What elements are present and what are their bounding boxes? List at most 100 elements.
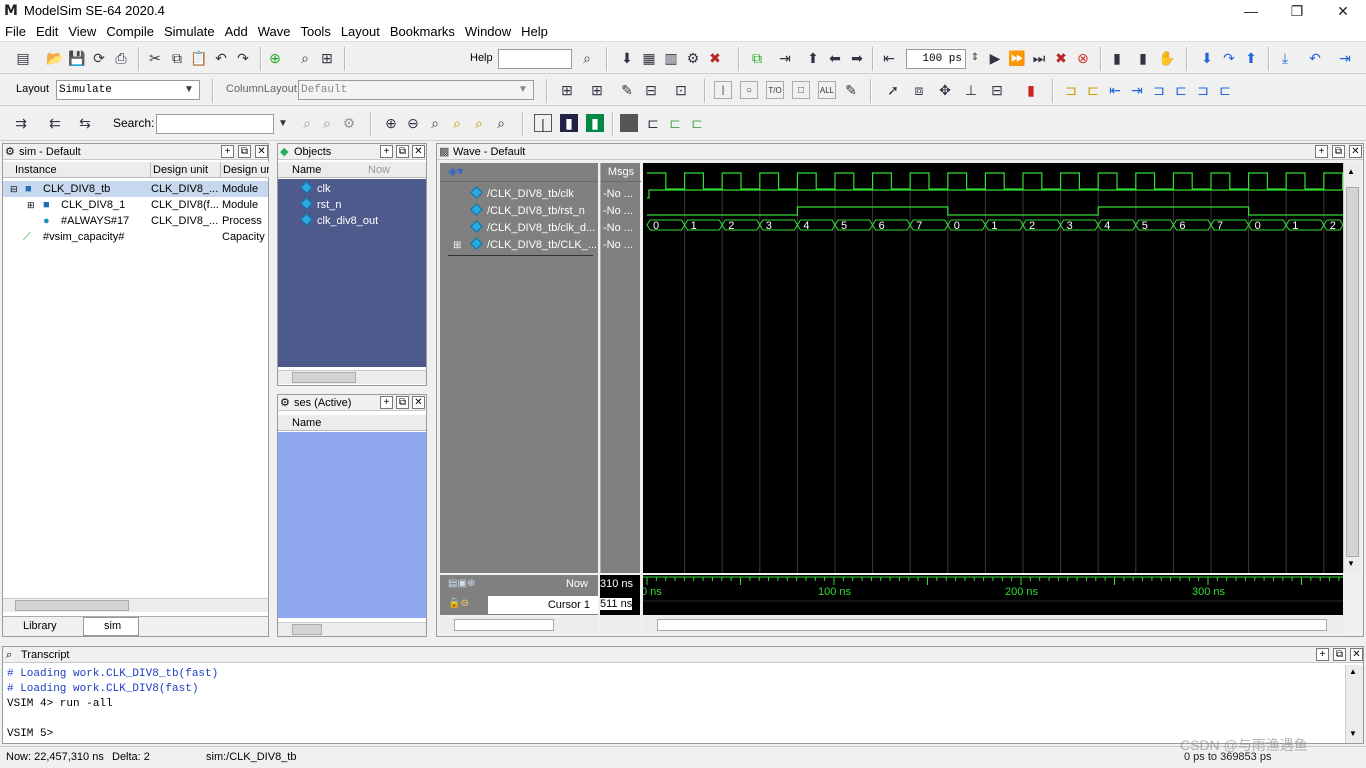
dock-icon[interactable]: + [1316, 648, 1329, 661]
break-run-icon[interactable]: ✖ [1052, 49, 1070, 67]
cursor-tools-icon[interactable]: ▤▣⊕ [448, 578, 475, 589]
tree-row[interactable]: ● #ALWAYS#17 CLK_DIV8_... Process [3, 213, 268, 229]
cursor-lock-icon[interactable]: 🔒⊖ [448, 598, 469, 609]
undock-icon[interactable]: ⧉ [1333, 648, 1346, 661]
cursor-lock-icon[interactable]: ▮ [560, 114, 578, 132]
menu-tools[interactable]: Tools [295, 22, 335, 41]
help-search-icon[interactable]: ⌕ [578, 49, 596, 67]
stop-icon[interactable]: ✖ [706, 49, 724, 67]
redo-icon[interactable]: ↷ [234, 49, 252, 67]
column-name[interactable]: Name [278, 415, 426, 431]
zoom-cursor-icon[interactable]: ⌕ [448, 114, 466, 132]
horizontal-scrollbar[interactable] [278, 622, 426, 636]
menu-layout[interactable]: Layout [336, 22, 385, 41]
zoom-box-icon[interactable]: ⧈ [910, 81, 928, 99]
tab-sim[interactable]: sim [83, 617, 139, 636]
next-edge-icon[interactable]: ⇥ [1128, 81, 1146, 99]
restart-icon[interactable]: ⇤ [880, 49, 898, 67]
tree-row[interactable]: ⊞ ■ CLK_DIV8_1 CLK_DIV8(f... Module [3, 197, 268, 213]
paste-icon[interactable]: 📋 [190, 49, 208, 67]
scroll-up-icon[interactable]: ▲ [1349, 667, 1357, 676]
wave-style-1-icon[interactable] [620, 114, 638, 132]
signal-inout-icon[interactable]: ⇆ [76, 114, 94, 132]
prev-edge-icon[interactable]: ⇤ [1106, 81, 1124, 99]
expand-icon[interactable]: ⊞ [27, 197, 35, 213]
transcript-prompt[interactable]: VSIM 5> [7, 727, 1343, 742]
wave-signal-row[interactable]: ⊞ /CLK_DIV8_tb/CLK_... [442, 237, 597, 254]
horizontal-scrollbar[interactable] [643, 617, 1343, 633]
undock-icon[interactable]: ⧉ [396, 396, 409, 409]
next-transition-icon[interactable]: ⊏ [1172, 81, 1190, 99]
vertical-scrollbar[interactable]: ▲ ▼ [1345, 665, 1363, 743]
search-options-icon[interactable]: ⚙ [340, 114, 358, 132]
transcript-output[interactable]: # Loading work.CLK_DIV8_tb(fast) # Loadi… [7, 667, 1343, 741]
undock-icon[interactable]: ⧉ [238, 145, 251, 158]
wave-style-2-icon[interactable]: ⊏ [644, 114, 662, 132]
close-icon[interactable]: ✕ [255, 145, 268, 158]
undo-icon[interactable]: ↶ [212, 49, 230, 67]
find-edge-rise-icon[interactable]: ⊐ [1062, 81, 1080, 99]
stop-sim-icon[interactable]: ⊗ [1074, 49, 1092, 67]
performance-icon[interactable]: ▮ [1108, 49, 1126, 67]
cursor-delete-icon[interactable]: ▮ [586, 114, 604, 132]
cut-icon[interactable]: ✂ [146, 49, 164, 67]
step-back-icon[interactable]: ↶ [1306, 49, 1324, 67]
wave-group-icon[interactable]: ⊞ [588, 81, 606, 99]
format-all-icon[interactable]: ALL [818, 81, 836, 99]
search-next-icon[interactable]: ⌕ [318, 114, 336, 132]
maximize-button[interactable]: ❐ [1274, 0, 1320, 22]
right-arrow-icon[interactable]: ➡ [848, 49, 866, 67]
pan-icon[interactable]: ✥ [936, 81, 954, 99]
hierarchy-icon[interactable]: ⊞ [318, 49, 336, 67]
cursor-add-icon[interactable]: | [534, 114, 552, 132]
simulate-icon[interactable]: ▥ [662, 49, 680, 67]
menu-help[interactable]: Help [516, 22, 553, 41]
compile-all-icon[interactable]: ▦ [640, 49, 658, 67]
env-icon[interactable]: ⧉ [748, 49, 766, 67]
object-item[interactable]: rst_n [278, 197, 341, 213]
wave-split-icon[interactable]: ⊟ [642, 81, 660, 99]
signal-out-icon[interactable]: ⇇ [46, 114, 64, 132]
minimize-button[interactable]: — [1228, 0, 1274, 22]
dock-icon[interactable]: + [221, 145, 234, 158]
column-instance[interactable]: Instance [3, 162, 151, 178]
measure-icon[interactable]: ⊟ [988, 81, 1006, 99]
run-length-spinner[interactable]: ⇕ [966, 49, 984, 67]
format-circle-icon[interactable]: ○ [740, 81, 758, 99]
hand-icon[interactable]: ✋ [1158, 49, 1176, 67]
tab-library[interactable]: Library [5, 618, 79, 635]
find-edge-fall-icon[interactable]: ⊏ [1084, 81, 1102, 99]
wave-filter-icon[interactable]: ◈▾ [448, 164, 463, 178]
find-icon[interactable]: ⌕ [296, 49, 314, 67]
wave-signal-row[interactable]: /CLK_DIV8_tb/rst_n [442, 203, 585, 220]
object-item[interactable]: clk_div8_out [278, 213, 378, 229]
vertical-scrollbar[interactable]: ▲ ▼ [1343, 163, 1361, 573]
horizontal-scrollbar[interactable] [278, 370, 426, 384]
add-icon[interactable]: ⊕ [266, 49, 284, 67]
dock-icon[interactable]: + [1315, 145, 1328, 158]
close-icon[interactable]: ✕ [412, 396, 425, 409]
wave-dock-icon[interactable]: ⊡ [672, 81, 690, 99]
undock-icon[interactable]: ⧉ [396, 145, 409, 158]
column-design-unit-type[interactable]: Design ur [221, 162, 269, 178]
wave-canvas[interactable]: 0 1 2 3 4 5 6 7 0 1 2 3 4 5 6 7 0 1 2 [643, 163, 1344, 573]
step-right-icon[interactable]: ⇥ [1336, 49, 1354, 67]
menu-add[interactable]: Add [220, 22, 253, 41]
menu-file[interactable]: File [0, 22, 31, 41]
zoom-full-icon[interactable]: ⌕ [426, 114, 444, 132]
column-design-unit[interactable]: Design unit [151, 162, 221, 178]
menu-window[interactable]: Window [460, 22, 516, 41]
break-icon[interactable]: ⚙ [684, 49, 702, 67]
print-icon[interactable]: ⎙ [112, 49, 130, 67]
close-icon[interactable]: ✕ [412, 145, 425, 158]
prev-transition-icon[interactable]: ⊐ [1150, 81, 1168, 99]
up-arrow-icon[interactable]: ⬆ [804, 49, 822, 67]
scroll-up-icon[interactable]: ▲ [1347, 167, 1355, 176]
next-falling-icon[interactable]: ⊏ [1216, 81, 1234, 99]
format-edit-icon[interactable]: ✎ [842, 81, 860, 99]
layout-select[interactable]: Simulate [56, 80, 200, 100]
step-icon[interactable]: ⇥ [776, 49, 794, 67]
tree-row[interactable]: ⟋ #vsim_capacity# Capacity [3, 229, 268, 245]
format-box-icon[interactable]: □ [792, 81, 810, 99]
menu-wave[interactable]: Wave [253, 22, 296, 41]
